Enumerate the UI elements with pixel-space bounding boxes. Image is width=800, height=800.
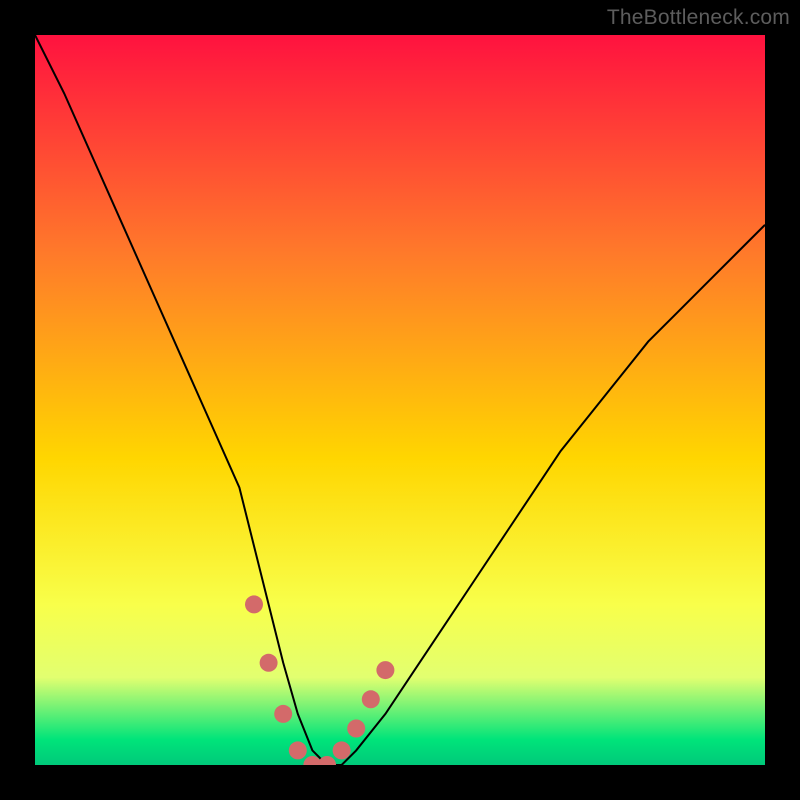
chart-svg [35, 35, 765, 765]
gradient-bg [35, 35, 765, 765]
chart-frame: TheBottleneck.com [0, 0, 800, 800]
highlight-marker [245, 595, 263, 613]
highlight-marker [362, 690, 380, 708]
highlight-marker [347, 720, 365, 738]
highlight-marker [289, 741, 307, 759]
highlight-marker [260, 654, 278, 672]
plot-area [35, 35, 765, 765]
highlight-marker [376, 661, 394, 679]
watermark-text: TheBottleneck.com [607, 6, 790, 30]
highlight-marker [333, 741, 351, 759]
highlight-marker [274, 705, 292, 723]
